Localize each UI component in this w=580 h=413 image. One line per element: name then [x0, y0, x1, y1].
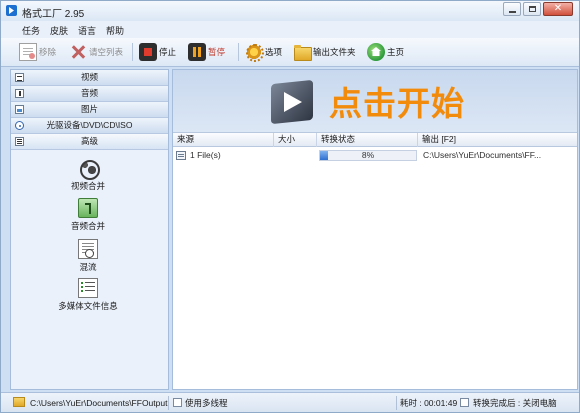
column-source[interactable]: 来源 — [173, 133, 274, 147]
maximize-button[interactable] — [523, 2, 541, 16]
output-path: C:\Users\YuEr\Documents\FFOutput — [30, 398, 168, 408]
clear-list-button[interactable]: 请空列表 — [69, 41, 123, 63]
output-folder-label: 输出文件夹 — [313, 47, 356, 57]
pause-button[interactable]: 暂停 — [188, 41, 225, 63]
status-separator — [168, 396, 169, 410]
film-reel-icon — [78, 158, 100, 180]
conversion-progress-bar: 8% — [319, 150, 417, 161]
menu-skin[interactable]: 皮肤 — [45, 21, 73, 38]
mux-icon — [78, 239, 98, 259]
menu-help[interactable]: 帮助 — [101, 21, 129, 38]
category-disc-label: 光驱设备\DVD\CD\ISO — [46, 120, 133, 130]
category-image-label: 图片 — [80, 104, 98, 114]
multithread-checkbox[interactable] — [173, 398, 182, 407]
app-logo-icon — [6, 5, 17, 16]
category-image[interactable]: 图片 — [11, 102, 168, 118]
start-banner: 点击开始 — [173, 70, 577, 132]
tool-video-merge[interactable]: 视频合并 — [48, 158, 128, 192]
folder-icon[interactable] — [13, 397, 25, 407]
category-disc[interactable]: 光驱设备\DVD\CD\ISO — [11, 118, 168, 134]
start-button[interactable]: 点击开始 — [267, 75, 465, 127]
remove-label: 移除 — [39, 47, 57, 57]
toolbar-separator — [132, 43, 133, 61]
play-icon — [267, 76, 317, 126]
sidebar: 视频 音频 图片 光驱设备\DVD\CD\ISO 高级 视频合并 音频合并 混流… — [10, 69, 169, 390]
gear-icon — [245, 43, 264, 62]
file-list-icon — [176, 151, 186, 160]
category-advanced[interactable]: 高级 — [11, 134, 168, 150]
remove-icon — [19, 43, 37, 61]
video-icon — [15, 73, 24, 82]
folder-icon — [293, 43, 312, 61]
window-title: 格式工厂 2.95 — [22, 9, 85, 20]
column-status[interactable]: 转换状态 — [317, 133, 418, 147]
disc-icon — [15, 121, 24, 130]
tool-video-merge-label: 视频合并 — [70, 181, 105, 191]
category-video-label: 视频 — [80, 72, 98, 82]
advanced-icon — [15, 137, 24, 146]
table-row[interactable]: 1 File(s) 8% C:\Users\YuEr\Documents\FF.… — [173, 148, 577, 163]
close-button[interactable]: ✕ — [543, 2, 573, 16]
row-source: 1 File(s) — [190, 150, 221, 160]
toolbar: 移除 请空列表 停止 暂停 选项 输出文件夹 主页 — [1, 38, 579, 67]
clear-list-label: 请空列表 — [89, 47, 124, 57]
menu-language[interactable]: 语言 — [73, 21, 101, 38]
stop-label: 停止 — [159, 47, 177, 57]
stop-button[interactable]: 停止 — [139, 41, 176, 63]
window-controls: ✕ — [501, 2, 573, 16]
home-button[interactable]: 主页 — [367, 41, 404, 63]
maximize-icon — [529, 6, 536, 12]
tool-audio-merge[interactable]: 音频合并 — [48, 198, 128, 232]
checklist-icon — [78, 278, 98, 298]
options-button[interactable]: 选项 — [245, 41, 282, 63]
category-audio[interactable]: 音频 — [11, 86, 168, 102]
minimize-button[interactable] — [503, 2, 521, 16]
multithread-label: 使用多线程 — [185, 398, 228, 408]
output-folder-button[interactable]: 输出文件夹 — [293, 41, 356, 63]
category-audio-label: 音频 — [80, 88, 98, 98]
music-note-icon — [78, 198, 98, 218]
toolbar-separator — [238, 43, 239, 61]
tool-media-info-label: 多媒体文件信息 — [58, 301, 118, 311]
stop-icon — [139, 43, 157, 61]
menu-task[interactable]: 任务 — [17, 21, 45, 38]
status-bar: C:\Users\YuEr\Documents\FFOutput 使用多线程 耗… — [1, 392, 579, 412]
pause-label: 暂停 — [208, 47, 226, 57]
audio-icon — [15, 89, 24, 98]
row-output-path: C:\Users\YuEr\Documents\FF... — [423, 150, 542, 160]
home-label: 主页 — [387, 47, 405, 57]
pause-icon — [188, 43, 206, 61]
options-label: 选项 — [265, 47, 283, 57]
tool-mux[interactable]: 混流 — [48, 239, 128, 273]
category-advanced-label: 高级 — [80, 136, 98, 146]
close-icon: ✕ — [553, 3, 563, 14]
after-done-label: 转换完成后 : 关闭电脑 — [473, 398, 557, 408]
elapsed-time: 耗时 : 00:01:49 — [400, 398, 458, 408]
column-output[interactable]: 输出 [F2] — [418, 133, 577, 147]
after-done-checkbox[interactable] — [460, 398, 469, 407]
main-panel: 点击开始 来源 大小 转换状态 输出 [F2] 1 File(s) 8% C:\… — [172, 69, 578, 390]
minimize-icon — [509, 11, 516, 13]
menu-bar: 任务 皮肤 语言 帮助 — [1, 21, 579, 38]
start-label: 点击开始 — [329, 84, 465, 123]
clear-list-icon — [69, 43, 87, 61]
app-window: 格式工厂 2.95 ✕ 任务 皮肤 语言 帮助 移除 请空列表 停止 暂停 选项… — [0, 0, 580, 413]
title-bar[interactable]: 格式工厂 2.95 ✕ — [1, 1, 579, 21]
home-icon — [367, 43, 385, 61]
column-size[interactable]: 大小 — [274, 133, 317, 147]
task-table-header: 来源 大小 转换状态 输出 [F2] — [173, 132, 577, 147]
progress-text: 8% — [361, 150, 375, 160]
tool-audio-merge-label: 音频合并 — [70, 221, 105, 231]
tool-media-info[interactable]: 多媒体文件信息 — [38, 278, 138, 312]
status-separator — [396, 396, 397, 410]
image-icon — [15, 105, 24, 114]
tool-mux-label: 混流 — [79, 262, 97, 272]
category-video[interactable]: 视频 — [11, 70, 168, 86]
remove-button[interactable]: 移除 — [19, 41, 56, 63]
